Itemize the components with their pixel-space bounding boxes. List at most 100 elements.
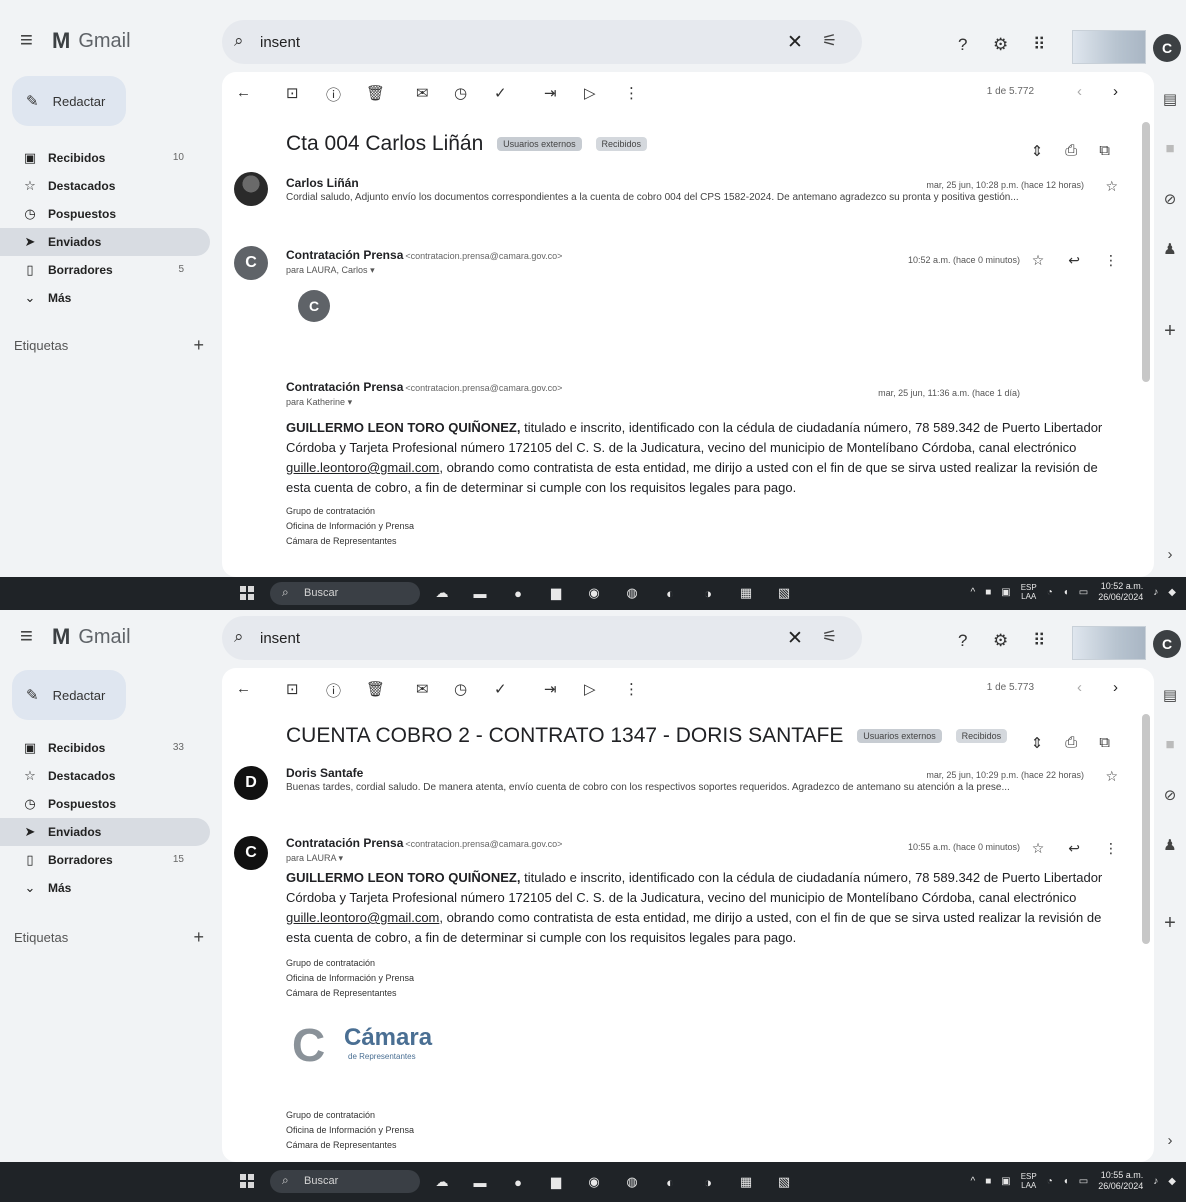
message-snippet[interactable]: Buenas tardes, cordial saludo. De manera… (286, 782, 1066, 793)
sender-name[interactable]: Doris Santafe (286, 766, 363, 780)
task-view-icon[interactable]: ▬ (468, 1170, 492, 1194)
recipients-line[interactable]: para Katherine ▾ (286, 397, 352, 408)
main-menu-icon[interactable]: ≡ (20, 625, 33, 647)
volume-icon[interactable]: ◖ (1063, 1176, 1069, 1187)
chrome-profile-icon[interactable]: ◐ (658, 1170, 682, 1194)
chrome-icon[interactable]: ◉ (582, 1170, 606, 1194)
snooze-icon[interactable]: ◷ (454, 680, 467, 698)
get-addons-icon[interactable]: + (1160, 912, 1180, 935)
sidebar-item-snoozed[interactable]: ◷ Pospuestos (0, 790, 210, 818)
search-bar[interactable]: ⌕ insent ✕ ⚟ (222, 616, 862, 660)
next-page-icon[interactable]: › (1113, 83, 1118, 100)
show-details-icon[interactable]: ▾ (339, 853, 344, 863)
report-spam-icon[interactable]: ⓘ (326, 680, 341, 701)
open-new-window-icon[interactable]: ⧉ (1099, 142, 1110, 160)
snooze-icon[interactable]: ◷ (454, 84, 467, 102)
task-view-icon[interactable]: ▬ (468, 581, 492, 605)
reply-icon[interactable]: ↩ (1068, 252, 1080, 269)
add-task-icon[interactable]: ✓ (494, 680, 507, 698)
account-avatar[interactable]: C (1153, 630, 1181, 658)
compose-button[interactable]: ✎ Redactar (12, 76, 126, 126)
search-input[interactable]: insent (260, 630, 300, 647)
clear-search-icon[interactable]: ✕ (787, 31, 803, 54)
sender-name[interactable]: Contratación Prensa <contratacion.prensa@… (286, 380, 562, 394)
file-explorer-icon[interactable]: ▆ (544, 581, 568, 605)
expand-panel-icon[interactable]: › (1160, 1132, 1180, 1149)
battery-icon[interactable]: ▭ (1079, 1176, 1088, 1187)
label-chip-external[interactable]: Usuarios externos (857, 729, 942, 744)
tasks-icon[interactable]: ⊘ (1160, 190, 1180, 208)
sidebar-item-inbox[interactable]: ▣ Recibidos 10 (0, 144, 210, 172)
contacts-icon[interactable]: ♟ (1160, 836, 1180, 854)
copilot-icon[interactable]: ◆ (1168, 1176, 1176, 1187)
help-icon[interactable]: ? (958, 35, 967, 55)
wifi-icon[interactable]: ◔ (1047, 1176, 1053, 1187)
label-chip-inbox[interactable]: Recibidos (595, 137, 648, 152)
sidebar-item-drafts[interactable]: ▯ Borradores 15 (0, 846, 210, 874)
sidebar-item-more[interactable]: ⌄ Más (0, 874, 210, 902)
tray-overflow-icon[interactable]: ^ (970, 587, 975, 598)
sender-avatar[interactable]: C (234, 836, 268, 870)
contacts-icon[interactable]: ♟ (1160, 240, 1180, 258)
copilot-icon[interactable]: ◆ (1168, 587, 1176, 598)
more-options-icon[interactable]: ⋮ (624, 680, 639, 698)
tray-app-icon[interactable]: ▣ (1001, 587, 1010, 598)
help-icon[interactable]: ? (958, 631, 967, 651)
recipients-line[interactable]: para LAURA ▾ (286, 853, 343, 864)
move-to-icon[interactable]: ⇥ (544, 84, 557, 102)
sidebar-item-sent[interactable]: ➤ Enviados (0, 818, 210, 846)
chrome-profile-icon[interactable]: ◑ (696, 581, 720, 605)
show-details-icon[interactable]: ▾ (370, 265, 375, 275)
account-avatar[interactable]: C (1153, 34, 1181, 62)
scrollbar[interactable] (1142, 122, 1150, 382)
main-menu-icon[interactable]: ≡ (20, 29, 33, 51)
star-icon[interactable]: ☆ (1032, 840, 1045, 857)
sender-avatar[interactable]: C (234, 246, 268, 280)
sidebar-item-starred[interactable]: ☆ Destacados (0, 762, 210, 790)
language-indicator[interactable]: ESP LAA (1021, 1172, 1037, 1190)
search-bar[interactable]: ⌕ insent ✕ ⚟ (222, 20, 862, 64)
battery-icon[interactable]: ▭ (1079, 587, 1088, 598)
more-options-icon[interactable]: ⋮ (1104, 252, 1118, 269)
add-label-icon[interactable]: + (193, 335, 204, 356)
tray-overflow-icon[interactable]: ^ (970, 1176, 975, 1187)
search-options-icon[interactable]: ⚟ (822, 31, 837, 51)
calendar-icon[interactable]: ▤ (1160, 90, 1180, 108)
windows-start-icon[interactable] (240, 586, 254, 600)
report-spam-icon[interactable]: ⓘ (326, 84, 341, 105)
sender-photo-avatar[interactable] (234, 172, 268, 206)
compose-button[interactable]: ✎ Redactar (12, 670, 126, 720)
settings-icon[interactable]: ⚙ (993, 35, 1008, 55)
system-clock[interactable]: 10:55 a.m. 26/06/2024 (1098, 1170, 1143, 1192)
more-options-icon[interactable]: ⋮ (624, 84, 639, 102)
add-label-icon[interactable]: + (193, 927, 204, 948)
print-icon[interactable]: ⎙ (1065, 142, 1077, 160)
sender-avatar[interactable]: D (234, 766, 268, 800)
language-indicator[interactable]: ESP LAA (1021, 583, 1037, 601)
star-icon[interactable]: ☆ (1105, 768, 1118, 785)
volume-icon[interactable]: ◖ (1063, 587, 1069, 598)
keep-icon[interactable]: ■ (1160, 736, 1180, 753)
tray-app-icon[interactable]: ■ (985, 1176, 991, 1187)
gmail-logo[interactable]: M Gmail (52, 624, 131, 650)
sidebar-item-inbox[interactable]: ▣ Recibidos 33 (0, 734, 210, 762)
chrome-profile-icon[interactable]: ◍ (620, 1170, 644, 1194)
get-addons-icon[interactable]: + (1160, 320, 1180, 343)
previous-page-icon[interactable]: ‹ (1077, 679, 1082, 696)
widgets-icon[interactable]: ☁ (430, 581, 454, 605)
tray-app-icon[interactable]: ▣ (1001, 1176, 1010, 1187)
move-to-icon[interactable]: ⇥ (544, 680, 557, 698)
next-page-icon[interactable]: › (1113, 679, 1118, 696)
scrollbar[interactable] (1142, 714, 1150, 944)
recipients-line[interactable]: para LAURA, Carlos ▾ (286, 265, 375, 276)
expand-all-icon[interactable]: ⇕ (1031, 142, 1044, 160)
settings-icon[interactable]: ⚙ (993, 631, 1008, 651)
organization-logo[interactable] (1072, 30, 1146, 64)
search-icon[interactable]: ⌕ (234, 31, 244, 51)
notification-bell-icon[interactable]: ♪ (1153, 1176, 1158, 1187)
search-input[interactable]: insent (260, 34, 300, 51)
sidebar-item-snoozed[interactable]: ◷ Pospuestos (0, 200, 210, 228)
mark-unread-icon[interactable]: ✉ (416, 84, 429, 102)
sender-name[interactable]: Contratación Prensa <contratacion.prensa@… (286, 836, 562, 850)
sender-name[interactable]: Contratación Prensa <contratacion.prensa@… (286, 248, 562, 262)
